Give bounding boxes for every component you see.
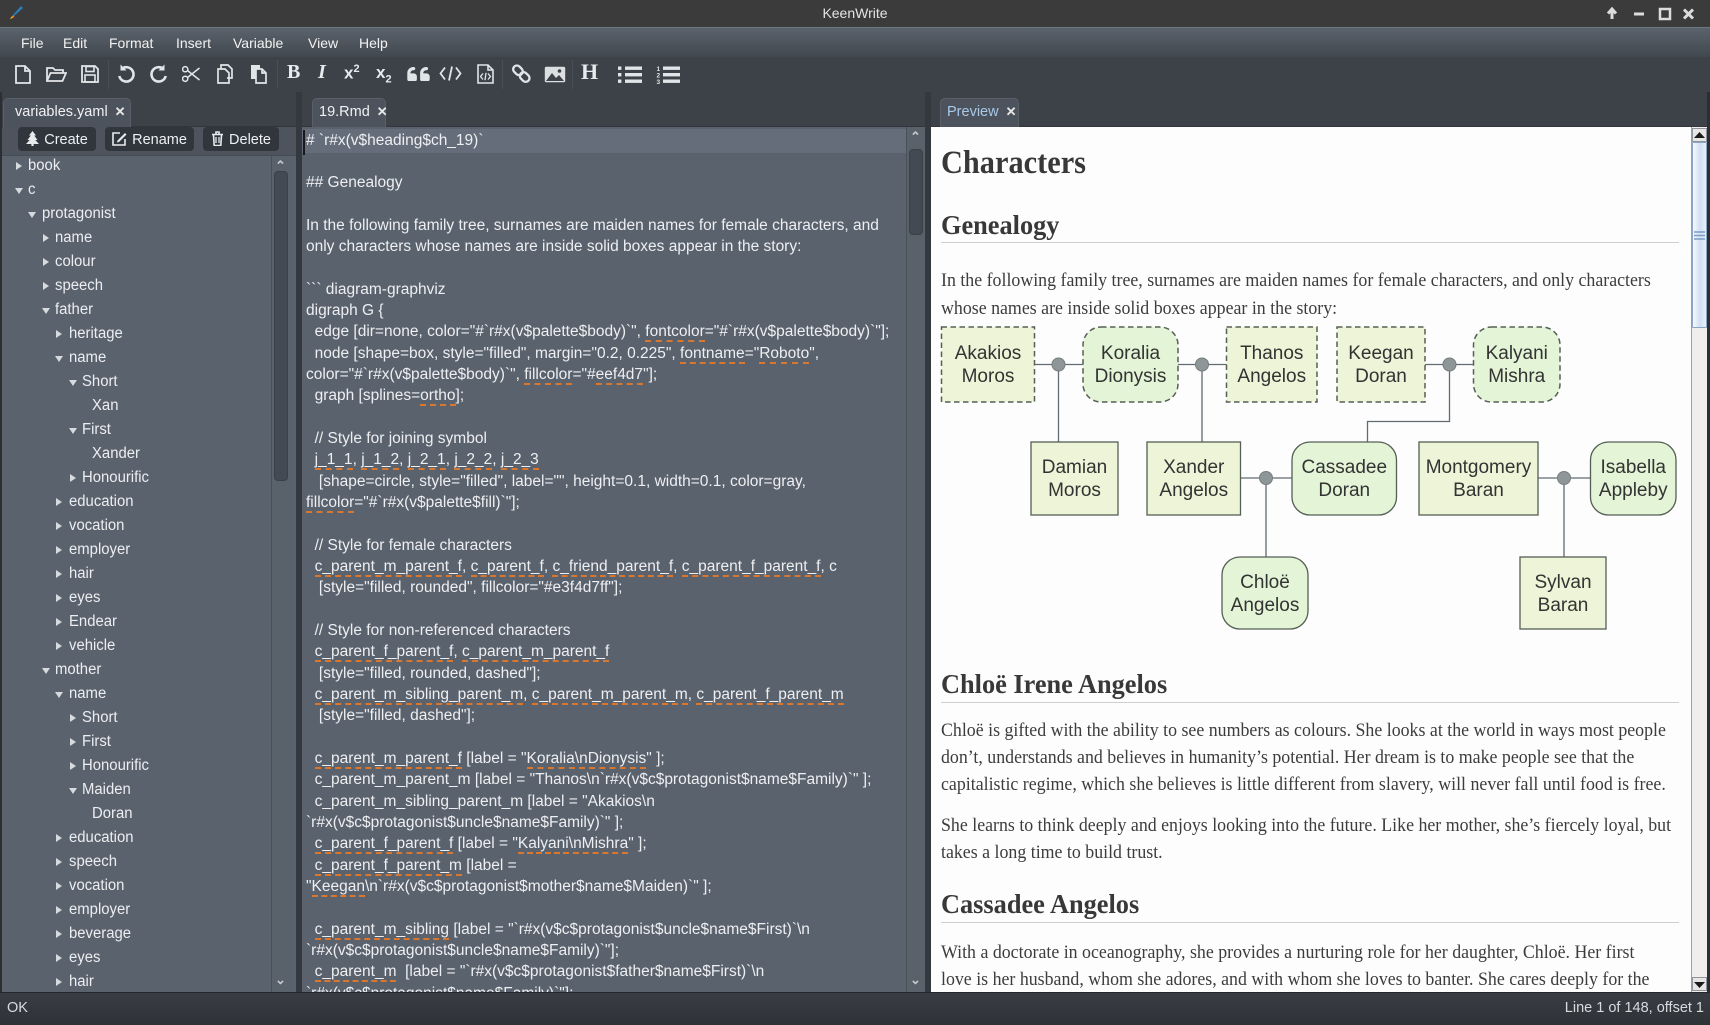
svg-text:Keegan: Keegan (1348, 343, 1414, 364)
svg-text:Sylvan: Sylvan (1534, 572, 1591, 593)
svg-text:Angelos: Angelos (1237, 366, 1306, 387)
svg-text:Xander: Xander (1163, 457, 1225, 478)
svg-text:Baran: Baran (1538, 595, 1589, 616)
svg-text:Damian: Damian (1042, 457, 1107, 478)
svg-text:Doran: Doran (1355, 366, 1407, 387)
svg-text:Mishra: Mishra (1488, 366, 1545, 387)
svg-text:Kalyani: Kalyani (1486, 343, 1548, 364)
svg-text:Doran: Doran (1318, 480, 1370, 501)
svg-text:Angelos: Angelos (1231, 595, 1300, 616)
svg-text:Montgomery: Montgomery (1426, 457, 1532, 478)
svg-text:Moros: Moros (1048, 480, 1101, 501)
svg-text:Moros: Moros (962, 366, 1015, 387)
svg-text:Baran: Baran (1453, 480, 1504, 501)
svg-text:Thanos: Thanos (1240, 343, 1303, 364)
svg-text:Dionysis: Dionysis (1095, 366, 1167, 387)
svg-text:Chloë: Chloë (1240, 572, 1290, 593)
svg-text:Akakios: Akakios (955, 343, 1022, 364)
svg-text:3: 3 (657, 79, 661, 84)
svg-text:Koralia: Koralia (1101, 343, 1161, 364)
svg-text:Angelos: Angelos (1159, 480, 1228, 501)
svg-text:Isabella: Isabella (1601, 457, 1667, 478)
svg-text:Appleby: Appleby (1599, 480, 1668, 501)
svg-text:Cassadee: Cassadee (1301, 457, 1387, 478)
